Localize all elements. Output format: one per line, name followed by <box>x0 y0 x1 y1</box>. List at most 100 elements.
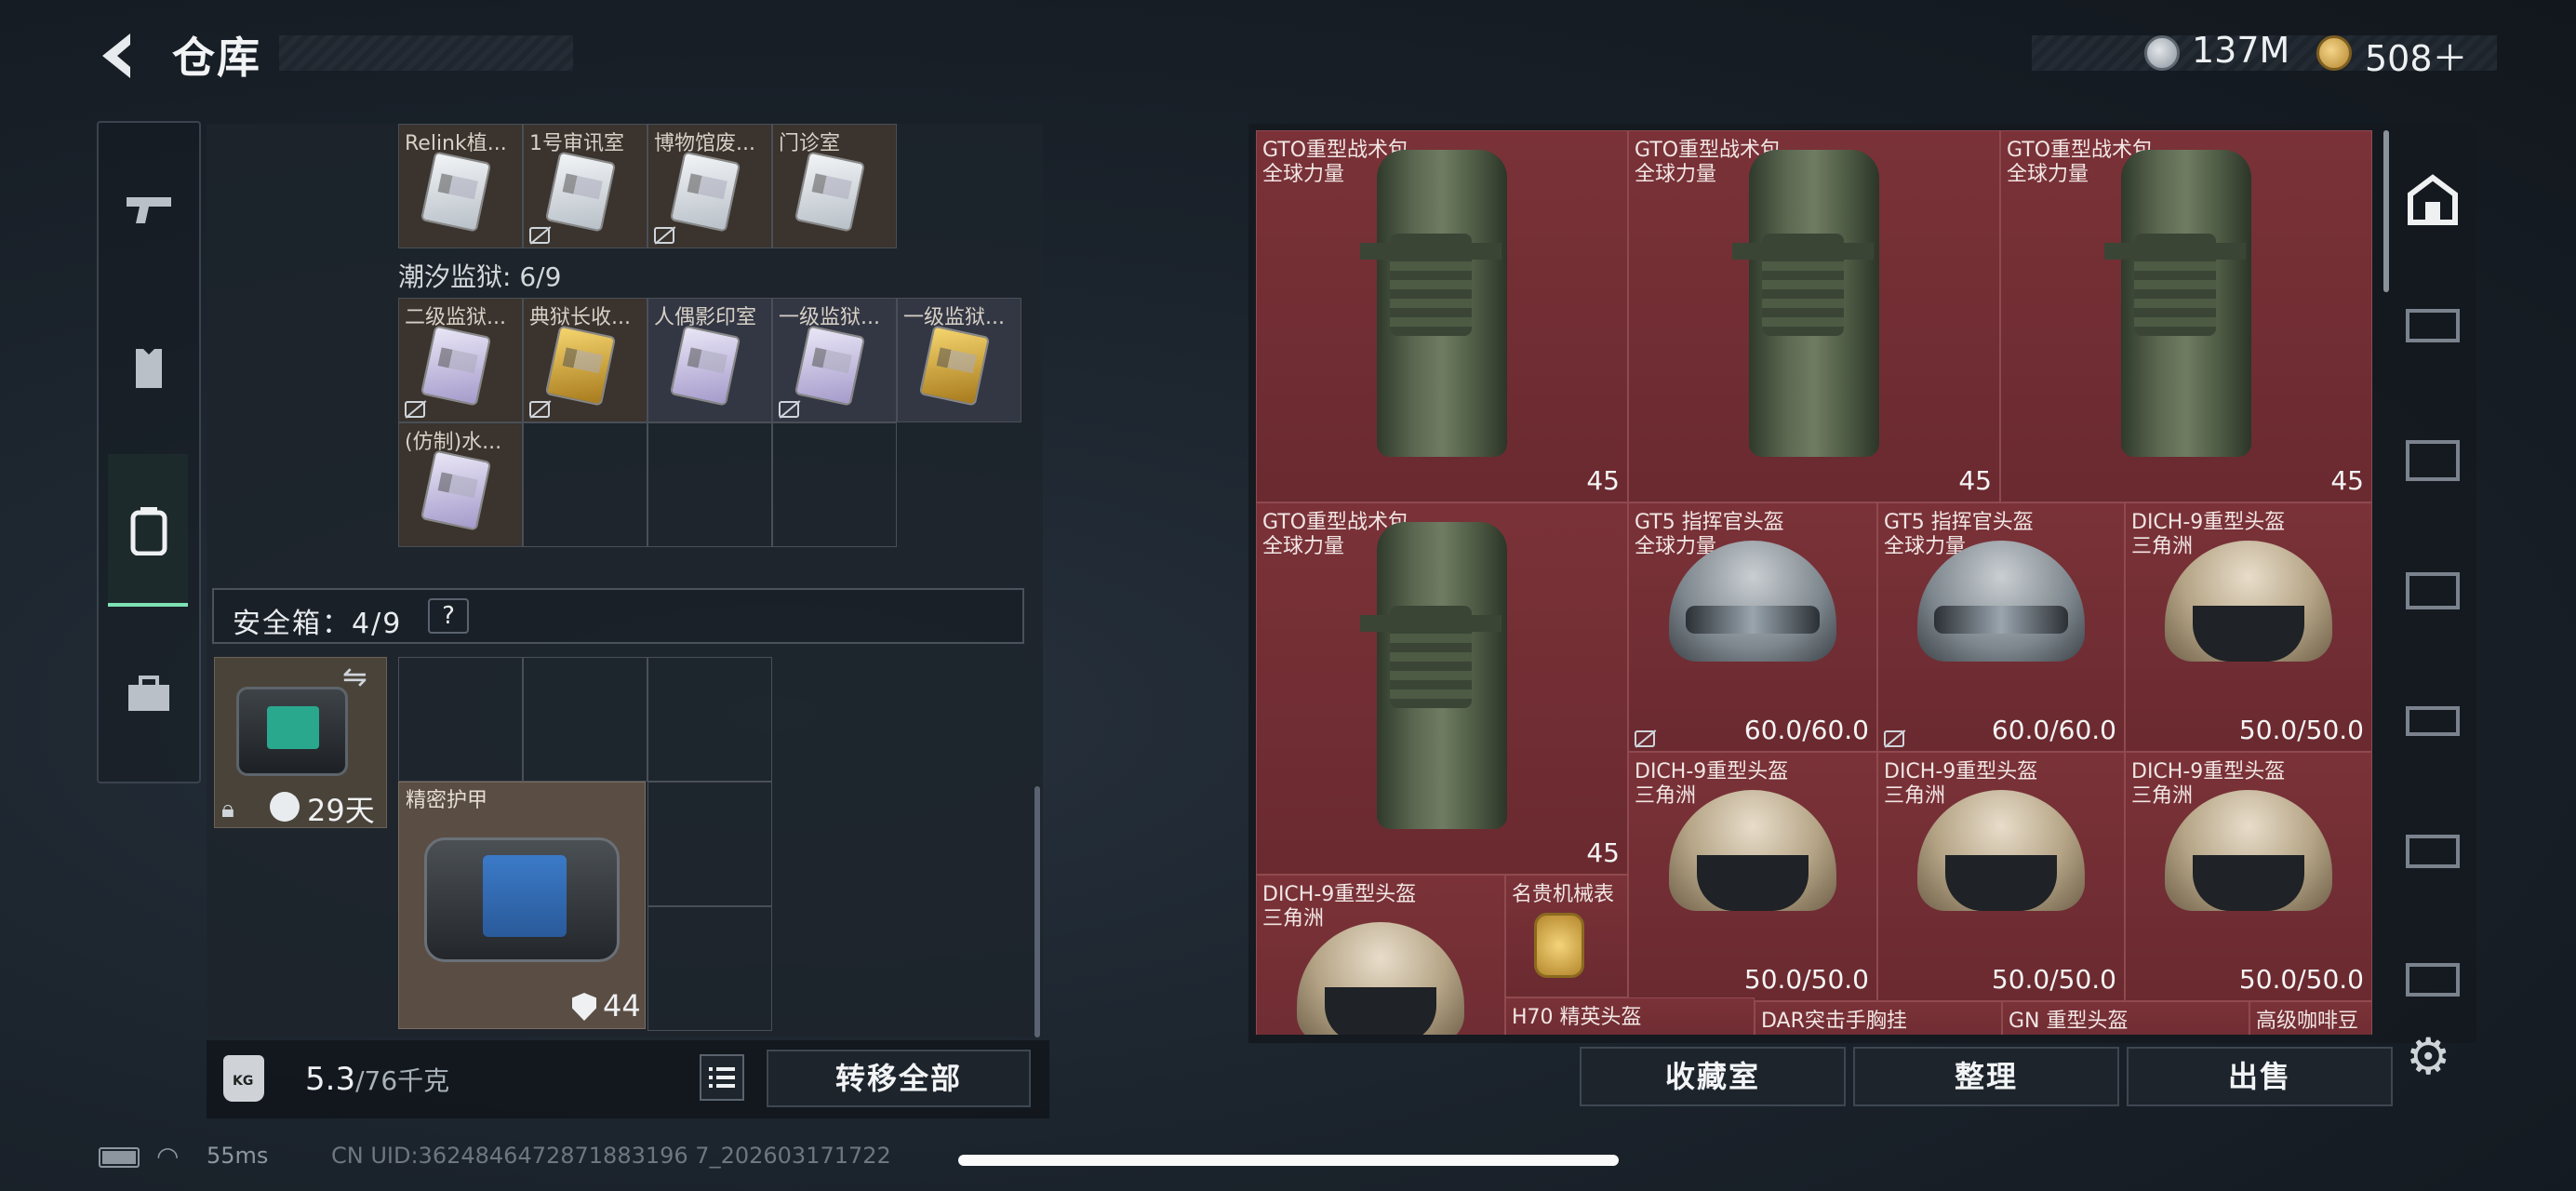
tab-level4-map[interactable] <box>2400 558 2465 623</box>
storage-item[interactable]: DAR突击手胸挂 <box>1755 1001 2002 1035</box>
level2-map-icon <box>2406 440 2460 481</box>
storage-item[interactable]: DICH-9重型头盔 三角洲 50.0/50.0 <box>2125 502 2372 752</box>
currency-silver-value: 137M <box>2192 30 2290 71</box>
tab-level3c-map[interactable] <box>2400 947 2465 1012</box>
help-button[interactable]: ? <box>428 598 469 634</box>
storage-item[interactable]: GTO重型战术包 全球力量 45 <box>1256 130 1628 502</box>
secure-case-icon <box>236 687 348 776</box>
tab-armor[interactable] <box>102 322 195 415</box>
storage-item[interactable]: 名贵机械表 <box>1505 875 1628 997</box>
swap-icon[interactable]: ⇋ <box>342 659 367 694</box>
currency-gold-value[interactable]: 508＋ <box>2365 30 2468 81</box>
empty-slot[interactable] <box>647 422 772 547</box>
storage-item[interactable]: 高级咖啡豆 <box>2249 1001 2372 1035</box>
keycard-slot[interactable]: 二级监狱... <box>398 298 523 422</box>
keycard-slot[interactable]: Relink植... <box>398 124 523 248</box>
page-title: 仓库 <box>172 33 261 83</box>
storage-item[interactable]: DICH-9重型头盔 三角洲 <box>1256 875 1505 1035</box>
backpack-icon <box>1360 522 1507 829</box>
tab-level5-map[interactable] <box>2400 819 2465 884</box>
durability-value: 60.0/60.0 <box>1991 715 2116 745</box>
empty-slot[interactable] <box>523 422 647 547</box>
durability-value: 50.0/50.0 <box>2238 964 2364 995</box>
sell-button[interactable]: 出售 <box>2127 1047 2393 1106</box>
tab-level3b-map[interactable] <box>2400 689 2465 754</box>
empty-slot[interactable] <box>647 782 772 906</box>
storage-item[interactable]: DICH-9重型头盔 三角洲 50.0/50.0 <box>1628 752 1877 1001</box>
no-trade-icon <box>405 401 425 418</box>
weight-value: 5.3/76千克 <box>305 1061 450 1098</box>
watch-icon <box>1534 913 1584 978</box>
home-indicator[interactable] <box>958 1155 1619 1166</box>
empty-slot[interactable] <box>647 657 772 782</box>
keycard-slot[interactable]: 门诊室 <box>772 124 897 248</box>
empty-slot[interactable] <box>647 906 772 1031</box>
empty-slot[interactable] <box>523 657 647 782</box>
case-duration: 29天 <box>307 793 375 828</box>
level5-map-icon <box>2406 835 2460 868</box>
gold-coin-icon <box>2316 35 2352 71</box>
durability-value: 50.0/50.0 <box>2238 715 2364 745</box>
storage-item[interactable]: GTO重型战术包 全球力量 45 <box>1256 502 1628 875</box>
keycard-icon <box>794 325 866 407</box>
backpack-icon <box>1360 150 1507 457</box>
sort-button[interactable]: 整理 <box>1853 1047 2119 1106</box>
item-label: 一级监狱... <box>903 306 1005 329</box>
storage-item[interactable]: H70 精英头盔 <box>1505 997 1755 1035</box>
keycard-slot[interactable]: 一级监狱... <box>897 298 1021 422</box>
no-trade-icon <box>1635 730 1655 747</box>
storage-item[interactable]: DICH-9重型头盔 三角洲 50.0/50.0 <box>2125 752 2372 1001</box>
tab-weapons[interactable] <box>102 164 195 257</box>
empty-slot[interactable] <box>772 422 897 547</box>
storage-grid: GTO重型战术包 全球力量 45 GTO重型战术包 全球力量 45 GTO重型战术包… <box>1256 130 2372 1035</box>
transfer-all-button[interactable]: 转移全部 <box>767 1050 1031 1107</box>
battery-icon <box>99 1147 140 1168</box>
storage-item[interactable]: GN 重型头盔 <box>2002 1001 2249 1035</box>
backpack-icon <box>2104 150 2251 457</box>
left-scrollbar[interactable] <box>1034 786 1040 1037</box>
item-label: 人偶影印室 <box>654 306 757 329</box>
keycard-icon <box>794 151 866 233</box>
tab-storage-home[interactable] <box>2400 167 2465 233</box>
storage-item[interactable]: DICH-9重型头盔 三角洲 50.0/50.0 <box>1877 752 2125 1001</box>
tab-backpack[interactable] <box>102 484 195 577</box>
backpack-icon <box>130 507 167 555</box>
keycard-slot[interactable]: 1号审讯室 <box>523 124 647 248</box>
list-view-button[interactable] <box>700 1054 744 1101</box>
settings-gear-icon[interactable]: ⚙ <box>2406 1027 2450 1086</box>
armor-vest-icon <box>136 349 162 388</box>
tab-toolbox[interactable] <box>102 648 195 741</box>
collection-room-button[interactable]: 收藏室 <box>1580 1047 1846 1106</box>
item-label: 门诊室 <box>779 132 841 155</box>
armor-item-label: 精密护甲 <box>406 789 488 812</box>
weight-icon: KG <box>223 1055 264 1102</box>
keycard-slot[interactable]: 一级监狱... <box>772 298 897 422</box>
lock-icon: 🔒︎ <box>221 796 234 823</box>
keycard-icon <box>669 325 741 407</box>
storage-item[interactable]: GT5 指挥官头盔 全球力量 60.0/60.0 <box>1877 502 2125 752</box>
keycard-slot[interactable]: 博物馆废... <box>647 124 772 248</box>
keycard-slot[interactable]: (仿制)水... <box>398 422 523 547</box>
item-label: (仿制)水... <box>405 431 502 454</box>
gun-icon <box>127 197 171 223</box>
no-trade-icon <box>654 227 674 244</box>
empty-slot[interactable] <box>398 657 523 782</box>
item-label: 1号审讯室 <box>529 132 624 155</box>
storage-item[interactable]: GTO重型战术包 全球力量 45 <box>2000 130 2372 502</box>
tab-level2-map[interactable] <box>2400 428 2465 493</box>
storage-item[interactable]: GT5 指挥官头盔 全球力量 60.0/60.0 <box>1628 502 1877 752</box>
item-label: 博物馆废... <box>654 132 755 155</box>
item-label: 一级监狱... <box>779 306 880 329</box>
keycard-slot[interactable]: 典狱长收... <box>523 298 647 422</box>
durability-value: 50.0/50.0 <box>1991 964 2116 995</box>
level3c-map-icon <box>2406 963 2460 997</box>
item-label: 二级监狱... <box>405 306 506 329</box>
back-arrow-icon[interactable] <box>93 28 149 84</box>
storage-item[interactable]: GTO重型战术包 全球力量 45 <box>1628 130 2000 502</box>
no-trade-icon <box>1884 730 1904 747</box>
keycard-icon <box>918 325 991 407</box>
keycard-slot[interactable]: 人偶影印室 <box>647 298 772 422</box>
storage-scrollbar[interactable] <box>2383 130 2389 292</box>
armor-case-icon <box>424 837 620 962</box>
tab-level3-map[interactable] <box>2400 293 2465 358</box>
